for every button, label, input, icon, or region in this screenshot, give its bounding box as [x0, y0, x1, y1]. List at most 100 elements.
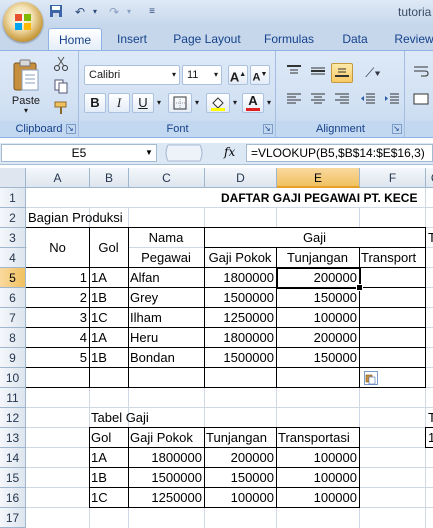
cell-a7[interactable]: 3	[26, 308, 89, 328]
row-header-16[interactable]: 16	[0, 488, 26, 508]
underline-button[interactable]: U	[132, 93, 154, 113]
row-header-13[interactable]: 13	[0, 428, 26, 448]
redo-dropdown-icon[interactable]: ▾	[124, 4, 134, 20]
align-left-icon[interactable]	[283, 91, 305, 111]
salary-header-gol[interactable]: Gol	[89, 428, 128, 448]
tab-formulas[interactable]: Formulas	[256, 28, 322, 50]
column-header-g[interactable]: G	[426, 168, 433, 188]
sheet-title[interactable]: DAFTAR GAJI PEGAWAI PT. KECE	[205, 188, 433, 208]
redo-icon[interactable]: ↷	[104, 4, 124, 20]
clipboard-dialog-launcher-icon[interactable]: ↘	[66, 124, 76, 134]
column-header-e[interactable]: E	[277, 168, 360, 188]
cut-icon[interactable]	[50, 55, 72, 75]
align-center-icon[interactable]	[307, 91, 329, 111]
column-header-a[interactable]: A	[26, 168, 90, 188]
row-header-10[interactable]: 10	[0, 368, 26, 388]
name-box-dropdown-icon[interactable]: ▼	[145, 148, 153, 157]
cell-b9[interactable]: 1B	[89, 348, 128, 368]
cell-b7[interactable]: 1C	[89, 308, 128, 328]
borders-dropdown-icon[interactable]: ▾	[192, 93, 202, 113]
save-icon[interactable]	[48, 4, 64, 20]
merge-center-icon[interactable]	[410, 91, 432, 111]
paste-button[interactable]: Paste ▾	[6, 55, 46, 117]
cell-a6[interactable]: 2	[26, 288, 89, 308]
cell-e6[interactable]: 150000	[276, 288, 359, 308]
copy-icon[interactable]	[50, 77, 72, 97]
salary-row-2-gaji-pokok[interactable]: 1500000	[128, 468, 204, 488]
cell-d5[interactable]: 1800000	[204, 268, 276, 288]
salary-row-3-gol[interactable]: 1C	[89, 488, 128, 508]
align-bottom-icon[interactable]	[331, 63, 353, 83]
fill-color-dropdown-icon[interactable]: ▾	[230, 93, 240, 113]
salary-header-transportasi[interactable]: Transportasi	[276, 428, 359, 448]
row-header-3[interactable]: 3	[0, 228, 26, 248]
row-header-6[interactable]: 6	[0, 288, 26, 308]
cell-b8[interactable]: 1A	[89, 328, 128, 348]
formula-input[interactable]: =VLOOKUP(B5,$B$14:$E$16,3)	[246, 144, 433, 162]
salary-row-1-gaji-pokok[interactable]: 1800000	[128, 448, 204, 468]
align-middle-icon[interactable]	[307, 63, 329, 83]
align-top-icon[interactable]	[283, 63, 305, 83]
tab-page-layout[interactable]: Page Layout	[168, 28, 246, 50]
section-label[interactable]: Bagian Produksi	[26, 208, 146, 228]
header-nama-line1[interactable]: Nama	[128, 228, 204, 248]
row-header-11[interactable]: 11	[0, 388, 26, 408]
font-name-combobox[interactable]: Calibri ▾	[84, 65, 180, 85]
row-header-14[interactable]: 14	[0, 448, 26, 468]
cell-b5[interactable]: 1A	[89, 268, 128, 288]
tab-insert[interactable]: Insert	[106, 28, 158, 50]
column-header-c[interactable]: C	[129, 168, 205, 188]
header-gaji[interactable]: Gaji	[204, 228, 425, 248]
format-painter-icon[interactable]	[50, 99, 72, 119]
shrink-font-button[interactable]: A▼	[250, 65, 270, 85]
column-header-f[interactable]: F	[360, 168, 426, 188]
salary-row-3-transportasi[interactable]: 100000	[276, 488, 359, 508]
column-header-b[interactable]: B	[90, 168, 129, 188]
salary-header-tunjangan[interactable]: Tunjangan	[204, 428, 276, 448]
cell-a5[interactable]: 1	[26, 268, 89, 288]
office-button[interactable]	[3, 2, 43, 42]
borders-button[interactable]	[168, 93, 192, 113]
header-gol[interactable]: Gol	[89, 238, 128, 258]
cell-c6[interactable]: Grey	[128, 288, 204, 308]
cell-e8[interactable]: 200000	[276, 328, 359, 348]
cell-a8[interactable]: 4	[26, 328, 89, 348]
active-cell-selection[interactable]	[276, 267, 361, 289]
undo-icon[interactable]: ↶	[70, 4, 90, 20]
salary-header-gaji-pokok[interactable]: Gaji Pokok	[128, 428, 204, 448]
salary-table-label[interactable]: Tabel Gaji	[89, 408, 189, 428]
header-transport[interactable]: Transport	[359, 248, 425, 268]
row-header-7[interactable]: 7	[0, 308, 26, 328]
cell-d9[interactable]: 1500000	[204, 348, 276, 368]
cell-g13-cut[interactable]: 1	[426, 428, 433, 448]
salary-row-2-tunjangan[interactable]: 150000	[204, 468, 276, 488]
align-right-icon[interactable]	[331, 91, 353, 111]
row-header-12[interactable]: 12	[0, 408, 26, 428]
salary-row-1-transportasi[interactable]: 100000	[276, 448, 359, 468]
fill-color-button[interactable]	[206, 93, 230, 113]
cell-c7[interactable]: Ilham	[128, 308, 204, 328]
cell-b6[interactable]: 1B	[89, 288, 128, 308]
row-header-9[interactable]: 9	[0, 348, 26, 368]
header-t-cut[interactable]: T	[426, 228, 433, 248]
header-no[interactable]: No	[26, 238, 89, 258]
underline-dropdown-icon[interactable]: ▾	[154, 93, 164, 113]
font-color-button[interactable]: A	[242, 93, 264, 113]
increase-indent-icon[interactable]	[381, 91, 403, 111]
salary-row-1-tunjangan[interactable]: 200000	[204, 448, 276, 468]
alignment-dialog-launcher-icon[interactable]: ↘	[392, 124, 402, 134]
column-header-d[interactable]: D	[205, 168, 277, 188]
cell-c5[interactable]: Alfan	[128, 268, 204, 288]
row-header-15[interactable]: 15	[0, 468, 26, 488]
select-all-corner[interactable]	[0, 168, 26, 188]
tab-data[interactable]: Data	[334, 28, 376, 50]
insert-function-icon[interactable]: fx	[224, 145, 235, 159]
cell-e9[interactable]: 150000	[276, 348, 359, 368]
header-tunjangan[interactable]: Tunjangan	[276, 248, 359, 268]
customize-toolbar-icon[interactable]: ≡	[146, 4, 158, 20]
grow-font-button[interactable]: A▲	[228, 65, 248, 85]
tab-review[interactable]: Review	[388, 28, 433, 50]
wrap-text-icon[interactable]	[410, 63, 432, 83]
name-box[interactable]: E5	[1, 144, 157, 162]
row-header-1[interactable]: 1	[0, 188, 26, 208]
